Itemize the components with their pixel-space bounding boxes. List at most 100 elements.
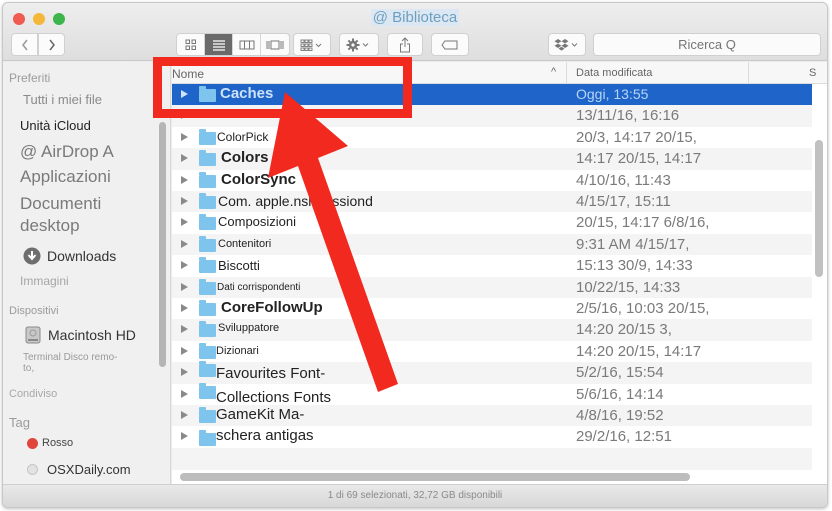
action-button[interactable] [339, 33, 379, 56]
sidebar-item-remote-disk[interactable]: Terminal Disco remo- [23, 352, 117, 363]
back-button[interactable] [11, 33, 38, 56]
file-date: 4/8/16, 19:52 [576, 407, 664, 424]
disclosure-triangle-icon[interactable] [181, 154, 188, 163]
disclosure-triangle-icon[interactable] [181, 368, 188, 377]
window-title-text: @ Biblioteca [370, 9, 460, 26]
folder-icon [199, 86, 216, 102]
file-row[interactable]: Composizioni 20/15, 14:17 6/8/16, [172, 212, 812, 233]
sidebar-item-tag-red[interactable]: Rosso [27, 437, 73, 449]
file-row[interactable]: ColorPick 20/3, 14:17 20/15, [172, 127, 812, 148]
sidebar-item-airdrop[interactable]: @ AirDrop A [20, 142, 114, 162]
disclosure-triangle-icon[interactable] [181, 282, 188, 291]
file-row[interactable]: Favourites Font- 5/2/16, 15:54 [172, 361, 812, 384]
file-row[interactable]: Dizionari 14:20 20/15, 14:17 [172, 341, 812, 362]
file-row[interactable]: GameKit Ma- 4/8/16, 19:52 [172, 405, 812, 427]
column-size-header[interactable]: S [809, 67, 816, 79]
file-name: Composizioni [218, 214, 297, 230]
file-date: 5/2/16, 15:54 [576, 364, 664, 382]
disclosure-triangle-icon[interactable] [181, 239, 188, 248]
sidebar-item-all-files[interactable]: Tutti i miei file [23, 92, 102, 107]
disclosure-triangle-icon[interactable] [181, 175, 188, 184]
file-row[interactable]: Contenitori 9:31 AM 4/15/17, [172, 233, 812, 256]
file-name: GameKit Ma- [216, 406, 305, 423]
folder-icon [199, 382, 216, 399]
sidebar-item-macintosh-hd[interactable]: Macintosh HD [25, 326, 136, 344]
share-button[interactable] [387, 33, 423, 56]
column-view-icon [239, 40, 254, 49]
chevron-left-icon [21, 39, 28, 50]
disclosure-triangle-icon[interactable] [181, 432, 188, 441]
file-row-caches[interactable]: Caches Oggi, 13:55 [172, 84, 812, 106]
sidebar-item-downloads[interactable]: Downloads [23, 247, 116, 265]
file-name: Com. apple.nsl Sessiond [218, 193, 373, 209]
folder-icon [199, 342, 216, 359]
file-row[interactable]: Sviluppatore 14:20 20/15 3, [172, 319, 812, 341]
file-date: 29/2/16, 12:51 [576, 428, 672, 446]
coverflow-view-button[interactable] [261, 34, 289, 55]
disclosure-triangle-icon[interactable] [181, 90, 188, 98]
icon-view-button[interactable] [177, 34, 205, 55]
chevron-right-icon [48, 39, 55, 50]
file-name: ColorSync [221, 170, 297, 188]
hard-drive-icon [25, 326, 41, 344]
column-view-button[interactable] [233, 34, 261, 55]
disclosure-triangle-icon[interactable] [181, 197, 188, 205]
disclosure-triangle-icon[interactable] [181, 325, 188, 334]
search-input[interactable] [593, 33, 821, 56]
file-date: 4/15/17, 15:11 [576, 193, 671, 210]
sidebar-item-remote-disk-cont: to, [23, 363, 35, 374]
column-name-header[interactable]: Nome [172, 67, 204, 81]
dropbox-icon [554, 38, 578, 51]
disclosure-triangle-icon[interactable] [181, 111, 188, 120]
sidebar: Preferiti Tutti i miei file Unità iCloud… [3, 62, 171, 484]
disclosure-triangle-icon[interactable] [181, 346, 188, 355]
file-date: 15:13 30/9, 14:33 [576, 257, 693, 275]
sidebar-scrollbar[interactable] [159, 122, 166, 367]
file-row[interactable]: CoreFollowUp 2/5/16, 10:03 20/15, [172, 298, 812, 319]
folder-icon [199, 128, 216, 145]
icon-view-icon [185, 39, 196, 50]
file-row[interactable]: ColorSync 4/10/16, 11:43 [172, 170, 812, 191]
file-name: Favourites Font- [216, 365, 326, 383]
disclosure-triangle-icon[interactable] [181, 304, 188, 312]
disclosure-triangle-icon[interactable] [181, 218, 188, 227]
file-row[interactable]: Dati corrispondenti 10/22/15, 14:33 [172, 276, 812, 298]
dropbox-button[interactable] [548, 33, 586, 56]
column-divider [566, 62, 567, 83]
sidebar-item-pictures[interactable]: Immagini [20, 274, 69, 288]
folder-icon [199, 235, 216, 252]
horizontal-scrollbar[interactable] [180, 473, 690, 481]
sidebar-item-tag-red-label: Rosso [42, 437, 74, 449]
file-date: 20/3, 14:17 20/15, [576, 128, 697, 146]
file-row[interactable]: Colors 14:17 20/15, 14:17 [172, 148, 812, 170]
vertical-scrollbar[interactable] [815, 140, 823, 277]
coverflow-view-icon [266, 40, 284, 49]
column-divider [748, 62, 749, 83]
arrange-button[interactable] [293, 33, 331, 56]
file-row[interactable]: schera antigas 29/2/16, 12:51 [172, 426, 812, 447]
file-name: Dizionari [216, 344, 259, 357]
disclosure-triangle-icon[interactable] [181, 411, 188, 419]
file-date: 2/5/16, 10:03 20/15, [576, 300, 710, 317]
file-row[interactable]: Com. apple.nsl Sessiond 4/15/17, 15:11 [172, 191, 812, 213]
disclosure-triangle-icon[interactable] [181, 389, 188, 398]
file-name: Dati corrispondenti [217, 281, 301, 293]
sidebar-item-applications[interactable]: Applicazioni [20, 167, 111, 187]
disclosure-triangle-icon[interactable] [181, 261, 188, 270]
file-row[interactable] [172, 447, 812, 470]
tag-button[interactable] [431, 33, 469, 56]
sidebar-item-tag-osxdaily[interactable]: OSXDaily.com [27, 462, 131, 477]
list-view-button[interactable] [205, 34, 233, 55]
file-date: Oggi, 13:55 [576, 86, 649, 102]
file-row[interactable]: Collections Fonts 5/6/16, 14:14 [172, 382, 812, 406]
forward-button[interactable] [38, 33, 65, 56]
sidebar-item-documents[interactable]: Documenti [20, 194, 101, 214]
sidebar-item-icloud[interactable]: Unità iCloud [20, 118, 91, 133]
file-name: Contenitori [218, 237, 272, 250]
file-row[interactable]: 13/11/16, 16:16 [172, 105, 812, 127]
disclosure-triangle-icon[interactable] [181, 132, 188, 141]
file-row[interactable]: Biscotti 15:13 30/9, 14:33 [172, 255, 812, 276]
column-date-header[interactable]: Data modificata [576, 67, 652, 79]
arrange-grid-icon [300, 39, 322, 51]
sidebar-item-desktop[interactable]: desktop [20, 216, 80, 236]
